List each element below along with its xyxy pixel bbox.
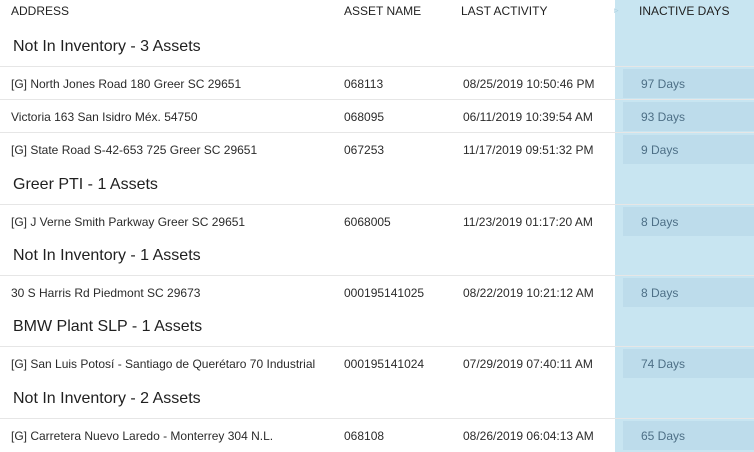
sort-icon: ▹ xyxy=(614,5,619,15)
table-row[interactable]: [G] J Verne Smith Parkway Greer SC 29651… xyxy=(0,204,754,238)
inactive-days-cell: 97 Days xyxy=(641,77,686,91)
group-header: Greer PTI - 1 Assets xyxy=(0,168,754,202)
last-activity-cell: 11/17/2019 09:51:32 PM xyxy=(463,143,594,157)
last-activity-cell: 11/23/2019 01:17:20 AM xyxy=(463,215,593,229)
inactive-days-cell: 8 Days xyxy=(641,215,679,229)
last-activity-cell: 08/22/2019 10:21:12 AM xyxy=(463,286,594,300)
table-row[interactable]: [G] San Luis Potosí - Santiago de Querét… xyxy=(0,346,754,380)
group-header: Not In Inventory - 2 Assets xyxy=(0,382,754,416)
address-cell: [G] San Luis Potosí - Santiago de Querét… xyxy=(11,357,316,371)
last-activity-cell: 08/26/2019 06:04:13 AM xyxy=(463,429,594,443)
group-title: Not In Inventory - 1 Assets xyxy=(13,247,201,264)
asset-name-cell: 000195141024 xyxy=(344,357,425,371)
table-header: ADDRESS ASSET NAME LAST ACTIVITY ▹ INACT… xyxy=(0,0,754,24)
last-activity-column-header[interactable]: LAST ACTIVITY xyxy=(461,4,547,18)
assets-table: ADDRESS ASSET NAME LAST ACTIVITY ▹ INACT… xyxy=(0,0,754,452)
inactive-days-cell: 9 Days xyxy=(641,143,679,157)
group-header: Not In Inventory - 3 Assets xyxy=(0,30,754,64)
asset-name-cell: 068108 xyxy=(344,429,385,443)
asset-name-cell: 6068005 xyxy=(344,215,391,229)
group-header: Not In Inventory - 1 Assets xyxy=(0,239,754,273)
inactive-days-cell: 65 Days xyxy=(641,429,686,443)
inactive-days-cell: 74 Days xyxy=(641,357,686,371)
asset-name-cell: 068095 xyxy=(344,110,385,124)
asset-name-cell: 000195141025 xyxy=(344,286,425,300)
asset-name-column-header[interactable]: ASSET NAME xyxy=(344,4,421,18)
group-header: BMW Plant SLP - 1 Assets xyxy=(0,310,754,344)
group-title: Greer PTI - 1 Assets xyxy=(13,176,158,193)
address-cell: 30 S Harris Rd Piedmont SC 29673 xyxy=(11,286,201,300)
asset-name-cell: 068113 xyxy=(344,77,384,91)
last-activity-cell: 06/11/2019 10:39:54 AM xyxy=(463,110,593,124)
inactive-days-cell: 8 Days xyxy=(641,286,679,300)
address-cell: [G] J Verne Smith Parkway Greer SC 29651 xyxy=(11,215,246,229)
table-row[interactable]: 30 S Harris Rd Piedmont SC 29673 0001951… xyxy=(0,275,754,309)
asset-name-cell: 067253 xyxy=(344,143,385,157)
inactive-days-column-header[interactable]: INACTIVE DAYS xyxy=(639,4,729,18)
last-activity-cell: 07/29/2019 07:40:11 AM xyxy=(463,357,593,371)
group-title: Not In Inventory - 2 Assets xyxy=(13,390,201,407)
address-cell: [G] North Jones Road 180 Greer SC 29651 xyxy=(11,77,242,91)
table-row[interactable]: Victoria 163 San Isidro Méx. 54750 06809… xyxy=(0,99,754,133)
last-activity-cell: 08/25/2019 10:50:46 PM xyxy=(463,77,595,91)
address-cell: [G] Carretera Nuevo Laredo - Monterrey 3… xyxy=(11,429,274,443)
address-column-header[interactable]: ADDRESS xyxy=(11,4,69,18)
table-row[interactable]: [G] North Jones Road 180 Greer SC 29651 … xyxy=(0,66,754,100)
table-row[interactable]: [G] Carretera Nuevo Laredo - Monterrey 3… xyxy=(0,418,754,452)
address-cell: [G] State Road S-42-653 725 Greer SC 296… xyxy=(11,143,258,157)
address-cell: Victoria 163 San Isidro Méx. 54750 xyxy=(11,110,198,124)
table-row[interactable]: [G] State Road S-42-653 725 Greer SC 296… xyxy=(0,132,754,166)
group-title: BMW Plant SLP - 1 Assets xyxy=(13,318,203,335)
group-title: Not In Inventory - 3 Assets xyxy=(13,38,201,55)
inactive-days-cell: 93 Days xyxy=(641,110,686,124)
